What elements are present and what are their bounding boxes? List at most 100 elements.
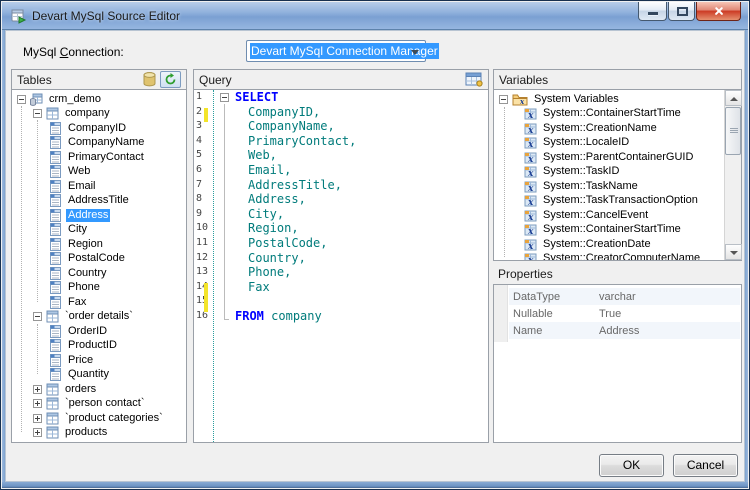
tree-node-table[interactable]: `order details` — [12, 310, 186, 325]
svg-text:x: x — [527, 184, 534, 193]
tree-node-column[interactable]: Phone — [12, 281, 186, 296]
expand-icon[interactable] — [33, 385, 42, 394]
variable-icon: x — [524, 180, 537, 193]
scroll-up-button[interactable] — [725, 90, 742, 106]
expand-icon[interactable] — [33, 399, 42, 408]
tree-node-label: ProductID — [66, 339, 119, 352]
column-icon — [49, 238, 62, 251]
column-icon — [49, 180, 62, 193]
tree-node-column-selected[interactable]: Address — [12, 208, 186, 223]
tree-node-column[interactable]: AddressTitle — [12, 194, 186, 209]
tree-node-column[interactable]: Quantity — [12, 368, 186, 383]
property-row[interactable]: Nullable True — [509, 305, 740, 322]
variable-item[interactable]: xSystem::ContainerStartTime — [494, 107, 724, 122]
query-builder-icon[interactable] — [465, 72, 483, 87]
variable-icon: x — [524, 122, 537, 135]
maximize-button[interactable] — [668, 2, 695, 21]
change-marker — [204, 108, 208, 123]
variable-item[interactable]: xSystem::CreatorComputerName — [494, 252, 724, 261]
tree-node-column[interactable]: OrderID — [12, 324, 186, 339]
property-value[interactable]: Address — [599, 325, 740, 337]
variable-item[interactable]: xSystem::CreationDate — [494, 237, 724, 252]
variable-item[interactable]: xSystem::TaskName — [494, 179, 724, 194]
refresh-button[interactable] — [160, 71, 181, 88]
svg-text:x: x — [527, 126, 534, 135]
minimize-button[interactable] — [638, 2, 667, 21]
tree-node-label: Address — [66, 209, 110, 222]
connection-combobox[interactable]: Devart MySql Connection Manager — [246, 40, 426, 62]
tree-node-column[interactable]: City — [12, 223, 186, 238]
tree-node-table[interactable]: orders — [12, 382, 186, 397]
variables-panel: Variables x System Variables xSystem::Co… — [493, 69, 742, 261]
tree-node-column[interactable]: Price — [12, 353, 186, 368]
svg-text:x: x — [527, 256, 534, 260]
tree-node-column[interactable]: PrimaryContact — [12, 150, 186, 165]
property-value[interactable]: varchar — [599, 291, 740, 303]
collapse-expander-icon[interactable] — [33, 109, 42, 118]
column-icon — [49, 136, 62, 149]
tree-node-label: City — [66, 223, 89, 236]
variables-scrollbar[interactable] — [724, 90, 741, 260]
variable-item[interactable]: xSystem::ParentContainerGUID — [494, 150, 724, 165]
arrow-up-icon — [730, 97, 738, 101]
cancel-button[interactable]: Cancel — [673, 454, 738, 477]
tree-node-table[interactable]: `person contact` — [12, 397, 186, 412]
collapse-expander-icon[interactable] — [33, 312, 42, 321]
column-icon — [49, 339, 62, 352]
fold-collapse-icon[interactable] — [220, 93, 229, 102]
tables-panel-header: Tables — [12, 70, 186, 90]
column-icon — [49, 209, 62, 222]
properties-panel: DataType varchar Nullable True Name Addr… — [493, 284, 742, 443]
tree-node-column[interactable]: CompanyName — [12, 136, 186, 151]
sql-editor[interactable]: 1 2 3 4 5 6 7 8 9 10 11 12 13 14 15 16 — [194, 90, 488, 442]
expand-icon[interactable] — [33, 428, 42, 437]
svg-text:x: x — [527, 111, 534, 120]
property-row[interactable]: Name Address — [509, 322, 740, 339]
database-icon[interactable] — [143, 72, 156, 87]
property-row[interactable]: DataType varchar — [509, 288, 740, 305]
tables-tree: crm_demo company CompanyID CompanyName P… — [12, 90, 186, 442]
thumb-grip — [730, 128, 738, 129]
ok-button[interactable]: OK — [599, 454, 664, 477]
tree-node-column[interactable]: PostalCode — [12, 252, 186, 267]
tree-node-column[interactable]: Country — [12, 266, 186, 281]
variable-item[interactable]: xSystem::LocaleID — [494, 136, 724, 151]
variable-item[interactable]: xSystem::CancelEvent — [494, 208, 724, 223]
close-button[interactable] — [696, 2, 741, 21]
scroll-down-button[interactable] — [725, 244, 742, 260]
tree-node-system-variables[interactable]: x System Variables — [494, 92, 724, 107]
connection-label: MySql Connection: — [23, 45, 124, 59]
tree-node-database[interactable]: crm_demo — [12, 92, 186, 107]
tree-node-label: Phone — [66, 281, 102, 294]
window-frame-right — [745, 30, 748, 488]
variable-item[interactable]: xSystem::CreationName — [494, 121, 724, 136]
tree-node-label: Fax — [66, 296, 88, 309]
properties-margin-strip — [494, 285, 508, 342]
tree-node-table[interactable]: `product categories` — [12, 411, 186, 426]
tree-node-table[interactable]: company — [12, 107, 186, 122]
expand-icon[interactable] — [33, 414, 42, 423]
variable-icon: x — [524, 151, 537, 164]
tree-node-column[interactable]: Web — [12, 165, 186, 180]
tree-node-label: company — [63, 107, 112, 120]
scrollbar-thumb[interactable] — [725, 107, 741, 155]
property-value[interactable]: True — [599, 308, 740, 320]
variable-label: System::CancelEvent — [541, 209, 650, 222]
dropdown-arrow-icon[interactable] — [411, 50, 419, 55]
tree-node-label: crm_demo — [47, 93, 103, 106]
variable-item[interactable]: xSystem::TaskTransactionOption — [494, 194, 724, 209]
column-icon — [49, 296, 62, 309]
tree-node-column[interactable]: Region — [12, 237, 186, 252]
tree-node-column[interactable]: Email — [12, 179, 186, 194]
tree-node-column[interactable]: CompanyID — [12, 121, 186, 136]
table-icon — [46, 397, 59, 410]
collapse-expander-icon[interactable] — [17, 95, 26, 104]
tree-node-table[interactable]: products — [12, 426, 186, 441]
tree-node-column[interactable]: ProductID — [12, 339, 186, 354]
window-title: Devart MySql Source Editor — [32, 9, 180, 23]
tree-node-column[interactable]: Fax — [12, 295, 186, 310]
variable-item[interactable]: xSystem::TaskID — [494, 165, 724, 180]
collapse-expander-icon[interactable] — [499, 95, 508, 104]
variable-icon: x — [524, 107, 537, 120]
variable-item[interactable]: xSystem::ContainerStartTime — [494, 223, 724, 238]
